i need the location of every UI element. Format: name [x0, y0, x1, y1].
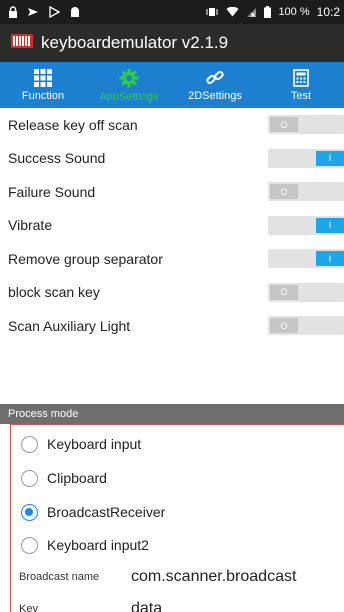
key-row: Key data: [19, 595, 162, 612]
setting-label: Scan Auxiliary Light: [8, 317, 131, 334]
radio-keyboard-input[interactable]: Keyboard input: [21, 429, 141, 459]
block-scan-key-toggle[interactable]: O: [268, 282, 344, 302]
tab-function-label: Function: [21, 89, 65, 102]
toggle-state: O: [270, 117, 298, 132]
success-sound-toggle[interactable]: I: [268, 148, 344, 168]
setting-remove-group-separator: Remove group separator I: [0, 242, 344, 276]
key-field[interactable]: data: [131, 600, 162, 612]
tab-appsettings[interactable]: AppSettings: [86, 62, 172, 108]
tab-appsettings-label: AppSettings: [99, 90, 159, 103]
radio-button[interactable]: [21, 536, 38, 554]
tab-test-label: Test: [290, 89, 312, 102]
toggle-state: I: [316, 251, 344, 266]
release-key-off-scan-toggle[interactable]: O: [268, 115, 344, 134]
app-bar: keyboardemulator v2.1.9: [0, 24, 344, 62]
broadcast-name-label: Broadcast name: [19, 571, 100, 583]
keyboard-app-icon: [11, 33, 33, 54]
setting-vibrate: Vibrate I: [0, 209, 344, 243]
radio-button-selected[interactable]: [21, 503, 38, 521]
radio-keyboard-input2[interactable]: Keyboard input2: [21, 530, 149, 560]
calculator-icon: [293, 68, 309, 87]
radio-label: BroadcastReceiver: [47, 504, 166, 520]
tab-test[interactable]: Test: [258, 62, 344, 108]
key-label: Key: [19, 603, 38, 612]
wifi-icon: [226, 7, 239, 17]
radio-button[interactable]: [21, 435, 38, 453]
toggle-state: O: [270, 318, 298, 333]
setting-label: block scan key: [8, 284, 100, 301]
setting-label: Failure Sound: [8, 183, 96, 200]
no-signal-icon: [246, 7, 257, 17]
scan-auxiliary-light-toggle[interactable]: O: [268, 316, 344, 335]
toggle-state: O: [270, 184, 298, 199]
tab-2dsettings-label: 2DSettings: [188, 89, 242, 102]
app-title: keyboardemulator v2.1.9: [41, 33, 229, 52]
radio-button[interactable]: [21, 469, 38, 487]
radio-label: Clipboard: [47, 470, 107, 486]
toggle-state: I: [316, 150, 344, 166]
setting-scan-auxiliary-light: Scan Auxiliary Light O: [0, 309, 344, 343]
setting-release-key-off-scan: Release key off scan O: [0, 108, 344, 142]
tab-2dsettings[interactable]: 2DSettings: [172, 62, 258, 108]
vibrate-toggle[interactable]: I: [268, 215, 344, 235]
battery-percent: 100 %: [278, 6, 310, 18]
setting-label: Remove group separator: [8, 250, 163, 267]
send-icon: [27, 6, 39, 18]
gear-icon: [119, 68, 139, 88]
lock-icon: [8, 6, 18, 18]
radio-label: Keyboard input: [47, 436, 142, 452]
tab-function[interactable]: Function: [0, 62, 86, 108]
toggle-state: O: [270, 284, 298, 300]
clock: 10:2: [316, 5, 340, 19]
toggle-state: I: [316, 217, 344, 233]
vibrate-icon: [205, 7, 219, 17]
link-icon: [205, 69, 225, 87]
play-store-icon: [48, 6, 60, 18]
radio-label: Keyboard input2: [47, 537, 149, 553]
radio-clipboard[interactable]: Clipboard: [21, 463, 107, 493]
setting-block-scan-key: block scan key O: [0, 276, 344, 310]
remove-group-separator-toggle[interactable]: I: [268, 249, 344, 268]
setting-label: Release key off scan: [8, 116, 138, 133]
battery-icon: [264, 6, 272, 18]
setting-failure-sound: Failure Sound O: [0, 175, 344, 209]
failure-sound-toggle[interactable]: O: [268, 182, 344, 201]
settings-list: Release key off scan O Success Sound I F…: [0, 108, 344, 343]
status-bar: 100 % 10:2: [0, 0, 344, 24]
tab-bar: Function AppSettings 2DSettings Test: [0, 62, 344, 108]
setting-label: Vibrate: [8, 217, 53, 234]
grid-icon: [34, 68, 52, 87]
setting-success-sound: Success Sound I: [0, 142, 344, 176]
radio-broadcastreceiver[interactable]: BroadcastReceiver: [21, 497, 165, 527]
process-mode-panel: Keyboard input Clipboard BroadcastReceiv…: [10, 424, 344, 612]
android-icon: [69, 6, 81, 18]
process-mode-header: Process mode: [0, 404, 344, 424]
setting-label: Success Sound: [8, 150, 106, 167]
broadcast-name-field[interactable]: com.scanner.broadcast: [131, 568, 296, 586]
broadcast-name-row: Broadcast name com.scanner.broadcast: [19, 563, 296, 591]
